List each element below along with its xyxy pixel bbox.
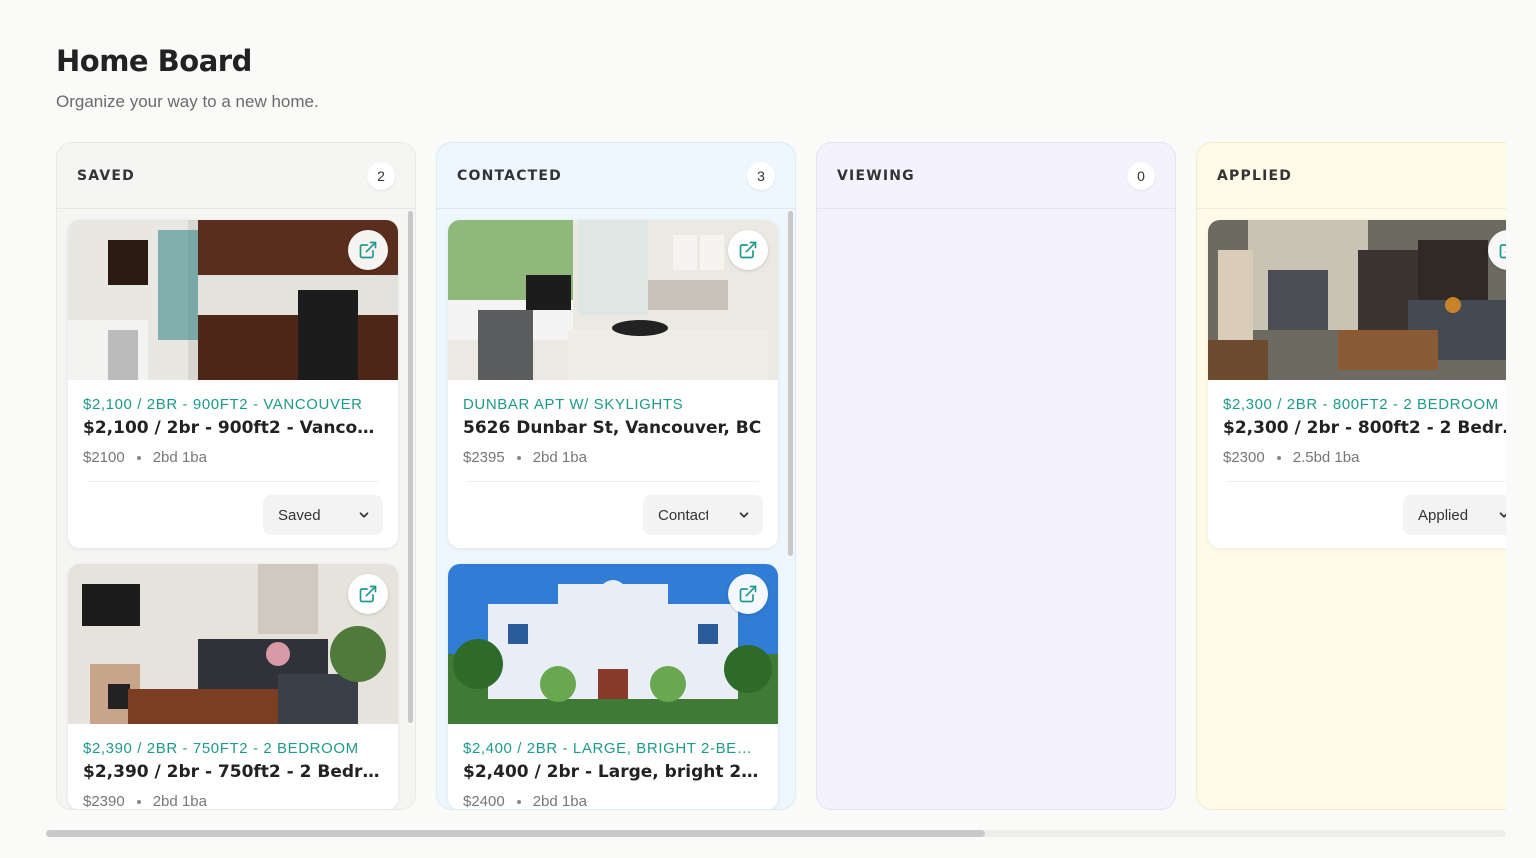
listing-price: $2400 bbox=[463, 793, 505, 810]
column-contacted: CONTACTED 3 DUNBAR APT W/ SKYLIGHTS 5626… bbox=[436, 142, 796, 810]
open-external-icon[interactable] bbox=[348, 230, 388, 270]
listing-card[interactable]: $2,400 / 2BR - LARGE, BRIGHT 2-BEDROOM $… bbox=[448, 564, 778, 810]
dot-separator bbox=[136, 455, 141, 460]
card-body: DUNBAR APT W/ SKYLIGHTS 5626 Dunbar St, … bbox=[448, 380, 778, 482]
listing-kicker: $2,400 / 2BR - LARGE, BRIGHT 2-BEDROOM bbox=[463, 740, 763, 757]
column-count-badge: 2 bbox=[367, 161, 395, 190]
listing-price: $2100 bbox=[83, 449, 125, 466]
listing-beds: 2.5bd 1ba bbox=[1292, 449, 1360, 466]
column-title: VIEWING bbox=[837, 167, 915, 184]
open-external-icon[interactable] bbox=[728, 574, 768, 614]
listing-price: $2395 bbox=[463, 449, 505, 466]
column-header: CONTACTED 3 bbox=[437, 143, 795, 209]
listing-card[interactable]: $2,100 / 2BR - 900FT2 - VANCOUVER $2,100… bbox=[68, 220, 398, 548]
column-header: APPLIED bbox=[1197, 143, 1506, 209]
listing-meta: $2300 2.5bd 1ba bbox=[1223, 449, 1506, 466]
card-body: $2,100 / 2BR - 900FT2 - VANCOUVER $2,100… bbox=[68, 380, 398, 482]
listing-photo bbox=[448, 564, 778, 724]
card-body: $2,300 / 2BR - 800FT2 - 2 BEDROOM $2,300… bbox=[1208, 380, 1506, 482]
page-subtitle: Organize your way to a new home. bbox=[56, 92, 319, 111]
listing-meta: $2395 2bd 1ba bbox=[463, 449, 763, 466]
column-header: SAVED 2 bbox=[57, 143, 415, 209]
listing-meta: $2100 2bd 1ba bbox=[83, 449, 383, 466]
listing-card[interactable]: DUNBAR APT W/ SKYLIGHTS 5626 Dunbar St, … bbox=[448, 220, 778, 548]
column-applied: APPLIED $2,300 / 2BR - 800FT2 - 2 BEDROO… bbox=[1196, 142, 1506, 810]
open-external-icon[interactable] bbox=[728, 230, 768, 270]
status-select[interactable]: Contacted bbox=[643, 495, 763, 535]
chevron-down-icon bbox=[1499, 512, 1506, 518]
dot-separator bbox=[136, 799, 141, 804]
column-body: $2,300 / 2BR - 800FT2 - 2 BEDROOM $2,300… bbox=[1197, 209, 1506, 575]
dot-separator bbox=[1276, 455, 1281, 460]
listing-title[interactable]: $2,100 / 2br - 900ft2 - Vancouver bbox=[83, 418, 383, 438]
listing-kicker: $2,100 / 2BR - 900FT2 - VANCOUVER bbox=[83, 396, 363, 413]
listing-card[interactable]: $2,300 / 2BR - 800FT2 - 2 BEDROOM $2,300… bbox=[1208, 220, 1506, 548]
column-title: SAVED bbox=[77, 167, 135, 184]
column-count-badge: 3 bbox=[747, 161, 775, 190]
board-horizontal-scrollbar-thumb[interactable] bbox=[46, 830, 985, 837]
column-title: APPLIED bbox=[1217, 167, 1293, 184]
listing-kicker: $2,300 / 2BR - 800FT2 - 2 BEDROOM bbox=[1223, 396, 1499, 413]
dot-separator bbox=[516, 455, 521, 460]
listing-beds: 2bd 1ba bbox=[152, 449, 207, 466]
card-footer: Saved bbox=[68, 482, 398, 548]
kanban-board: SAVED 2 $2,100 / 2BR - 900FT2 - VANCOUVE… bbox=[56, 142, 1506, 810]
column-header: VIEWING 0 bbox=[817, 143, 1175, 209]
listing-photo bbox=[68, 564, 398, 724]
listing-title[interactable]: 5626 Dunbar St, Vancouver, BC bbox=[463, 418, 763, 438]
status-select[interactable]: Applied bbox=[1403, 495, 1506, 535]
listing-meta: $2390 2bd 1ba bbox=[83, 793, 383, 810]
listing-meta: $2400 2bd 1ba bbox=[463, 793, 763, 810]
listing-photo bbox=[68, 220, 398, 380]
column-viewing: VIEWING 0 bbox=[816, 142, 1176, 810]
column-count-badge: 0 bbox=[1127, 161, 1155, 190]
status-select-value: Contacted bbox=[658, 506, 708, 524]
page-title: Home Board bbox=[56, 44, 252, 78]
card-body: $2,390 / 2BR - 750FT2 - 2 BEDROOM $2,390… bbox=[68, 724, 398, 810]
column-body bbox=[817, 209, 1175, 231]
chevron-down-icon bbox=[739, 512, 749, 518]
listing-card[interactable]: $2,390 / 2BR - 750FT2 - 2 BEDROOM $2,390… bbox=[68, 564, 398, 810]
listing-price: $2300 bbox=[1223, 449, 1265, 466]
listing-photo bbox=[1208, 220, 1506, 380]
column-title: CONTACTED bbox=[457, 167, 562, 184]
status-select[interactable]: Saved bbox=[263, 495, 383, 535]
open-external-icon[interactable] bbox=[348, 574, 388, 614]
listing-photo bbox=[448, 220, 778, 380]
page-header: Home Board Organize your way to a new ho… bbox=[56, 44, 319, 112]
chevron-down-icon bbox=[359, 512, 369, 518]
column-body: DUNBAR APT W/ SKYLIGHTS 5626 Dunbar St, … bbox=[437, 209, 795, 810]
listing-kicker: DUNBAR APT W/ SKYLIGHTS bbox=[463, 396, 684, 413]
listing-beds: 2bd 1ba bbox=[152, 793, 207, 810]
column-saved: SAVED 2 $2,100 / 2BR - 900FT2 - VANCOUVE… bbox=[56, 142, 416, 810]
listing-title[interactable]: $2,400 / 2br - Large, bright 2-bedroom bbox=[463, 762, 763, 782]
listing-beds: 2bd 1ba bbox=[532, 793, 587, 810]
status-select-value: Saved bbox=[278, 506, 321, 524]
listing-title[interactable]: $2,390 / 2br - 750ft2 - 2 Bedroom bbox=[83, 762, 383, 782]
listing-kicker: $2,390 / 2BR - 750FT2 - 2 BEDROOM bbox=[83, 740, 359, 757]
card-body: $2,400 / 2BR - LARGE, BRIGHT 2-BEDROOM $… bbox=[448, 724, 778, 810]
card-footer: Applied bbox=[1208, 482, 1506, 548]
dot-separator bbox=[516, 799, 521, 804]
listing-price: $2390 bbox=[83, 793, 125, 810]
column-body: $2,100 / 2BR - 900FT2 - VANCOUVER $2,100… bbox=[57, 209, 415, 810]
card-footer: Contacted bbox=[448, 482, 778, 548]
listing-beds: 2bd 1ba bbox=[532, 449, 587, 466]
status-select-value: Applied bbox=[1418, 506, 1468, 524]
listing-title[interactable]: $2,300 / 2br - 800ft2 - 2 Bedroom bbox=[1223, 418, 1506, 438]
